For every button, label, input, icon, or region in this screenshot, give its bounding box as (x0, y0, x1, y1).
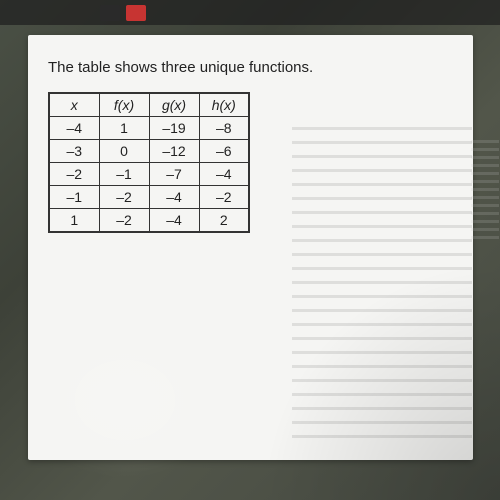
cell-f: –1 (99, 163, 149, 186)
cell-h: 2 (199, 209, 249, 233)
cell-h: –4 (199, 163, 249, 186)
table-row: –1 –2 –4 –2 (49, 186, 249, 209)
cell-x: –2 (49, 163, 99, 186)
cell-x: 1 (49, 209, 99, 233)
cell-g: –12 (149, 140, 199, 163)
document-page: The table shows three unique functions. … (28, 35, 473, 460)
table-row: –2 –1 –7 –4 (49, 163, 249, 186)
cell-h: –6 (199, 140, 249, 163)
cell-x: –1 (49, 186, 99, 209)
col-header-x: x (49, 93, 99, 117)
col-header-g: g(x) (149, 93, 199, 117)
cell-h: –2 (199, 186, 249, 209)
cell-g: –4 (149, 209, 199, 233)
cell-f: –2 (99, 209, 149, 233)
col-header-f: f(x) (99, 93, 149, 117)
cell-g: –19 (149, 117, 199, 140)
col-header-h: h(x) (199, 93, 249, 117)
cell-f: –2 (99, 186, 149, 209)
cell-f: 0 (99, 140, 149, 163)
cell-g: –7 (149, 163, 199, 186)
toolbar-button-dark[interactable] (100, 5, 120, 21)
cell-h: –8 (199, 117, 249, 140)
table-header-row: x f(x) g(x) h(x) (49, 93, 249, 117)
functions-table: x f(x) g(x) h(x) –4 1 –19 –8 –3 0 –12 –6… (48, 92, 250, 233)
cell-x: –3 (49, 140, 99, 163)
table-row: –4 1 –19 –8 (49, 117, 249, 140)
toolbar-button-close[interactable] (126, 5, 146, 21)
page-title: The table shows three unique functions. (48, 59, 453, 76)
cell-f: 1 (99, 117, 149, 140)
table-row: –3 0 –12 –6 (49, 140, 249, 163)
toolbar (0, 0, 500, 25)
cell-x: –4 (49, 117, 99, 140)
cell-g: –4 (149, 186, 199, 209)
table-row: 1 –2 –4 2 (49, 209, 249, 233)
